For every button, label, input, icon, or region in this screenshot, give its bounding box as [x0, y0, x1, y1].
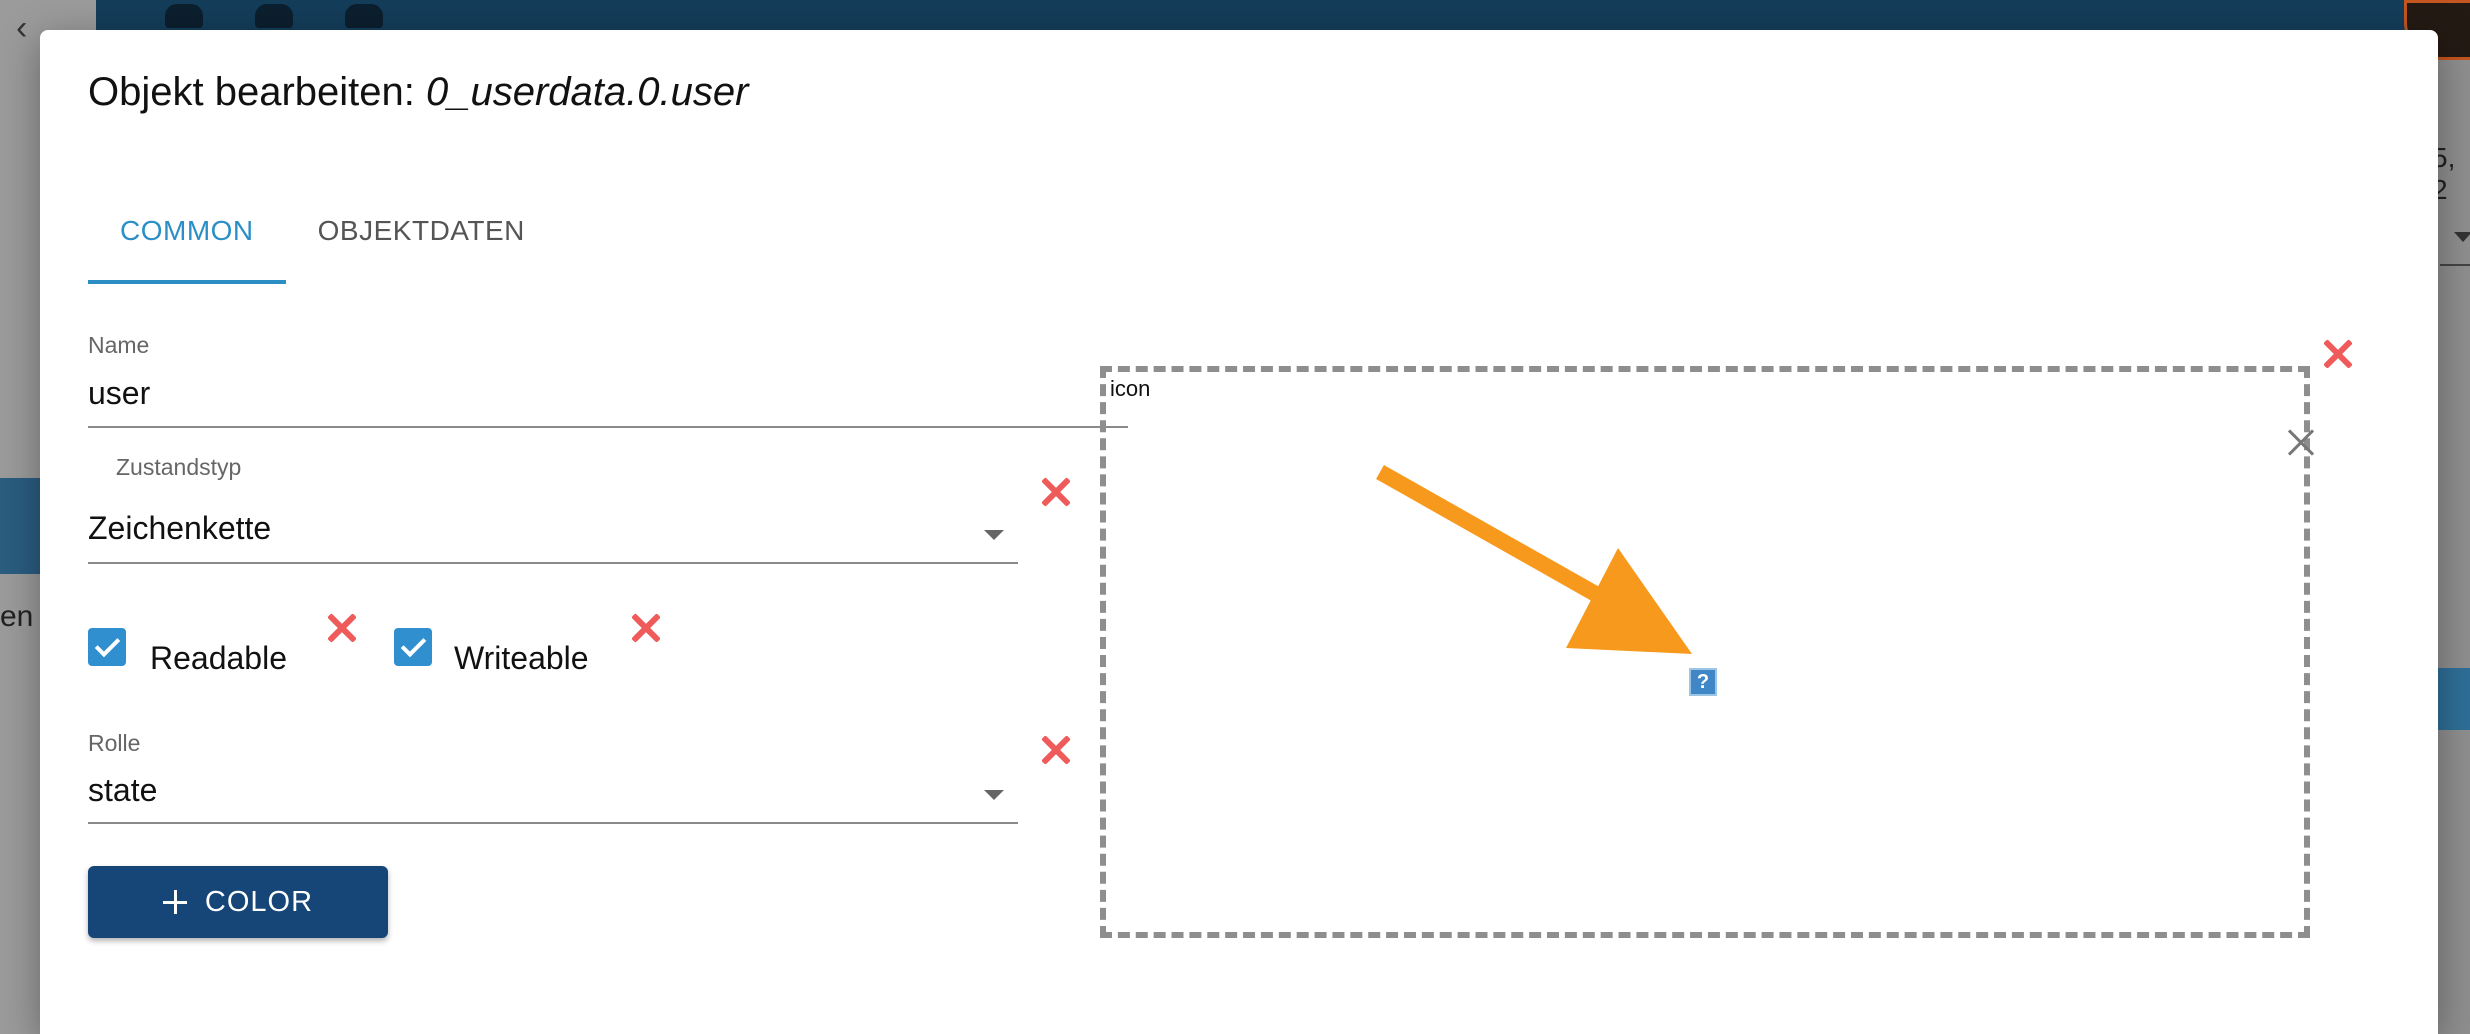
role-chevron-down-icon[interactable] — [984, 790, 1004, 800]
role-underline — [88, 822, 1018, 824]
background-toolbar-icons — [165, 4, 383, 28]
back-arrow-icon: ‹ — [16, 9, 28, 47]
dialog-title-prefix: Objekt bearbeiten: — [88, 70, 426, 114]
annotation-arrow-head — [1566, 548, 1692, 654]
tab-common[interactable]: COMMON — [88, 178, 286, 284]
background-text-left: en — [0, 600, 34, 633]
gear-icon — [255, 4, 293, 28]
state-type-label: Zustandstyp — [116, 454, 242, 480]
role-label: Rolle — [88, 730, 141, 756]
name-input-underline — [88, 426, 1128, 428]
name-input[interactable]: user — [88, 375, 150, 412]
tab-bar: COMMON OBJEKTDATEN — [88, 178, 557, 284]
missing-image-icon: ? — [1689, 668, 1717, 696]
state-type-underline — [88, 562, 1018, 564]
state-type-chevron-down-icon[interactable] — [984, 530, 1004, 540]
name-label: Name — [88, 332, 150, 358]
clear-icon-close-icon[interactable] — [2284, 426, 2318, 460]
background-toolbar — [96, 0, 2470, 30]
state-type-select[interactable]: Zeichenkette — [88, 510, 271, 547]
readable-label: Readable — [150, 640, 287, 676]
background-panel-left — [0, 478, 40, 574]
delete-state-type-icon[interactable] — [1036, 472, 1076, 512]
role-select[interactable]: state — [88, 772, 157, 809]
add-color-label: COLOR — [204, 885, 314, 918]
delete-role-icon[interactable] — [1036, 730, 1076, 770]
background-divider — [2440, 264, 2470, 266]
wrench-icon — [165, 4, 203, 28]
writeable-checkbox[interactable] — [394, 628, 432, 666]
tab-objektdaten[interactable]: OBJEKTDATEN — [286, 178, 557, 284]
icon-dropzone-label: icon — [1110, 376, 1151, 401]
edit-object-dialog: Objekt bearbeiten: 0_userdata.0.user COM… — [40, 30, 2438, 1034]
background-dropdown-caret-icon — [2454, 232, 2470, 242]
writeable-label: Writeable — [454, 640, 589, 676]
palette-icon — [345, 4, 383, 28]
add-color-button[interactable]: COLOR — [88, 866, 388, 938]
delete-icon-field-icon[interactable] — [2318, 334, 2358, 374]
delete-writeable-icon[interactable] — [626, 608, 666, 648]
dialog-title: Objekt bearbeiten: 0_userdata.0.user — [88, 70, 748, 115]
delete-readable-icon[interactable] — [322, 608, 362, 648]
annotation-arrow-icon — [1376, 465, 1692, 654]
plus-icon — [162, 890, 187, 914]
dialog-title-object: 0_userdata.0.user — [426, 70, 749, 114]
readable-checkbox[interactable] — [88, 628, 126, 666]
